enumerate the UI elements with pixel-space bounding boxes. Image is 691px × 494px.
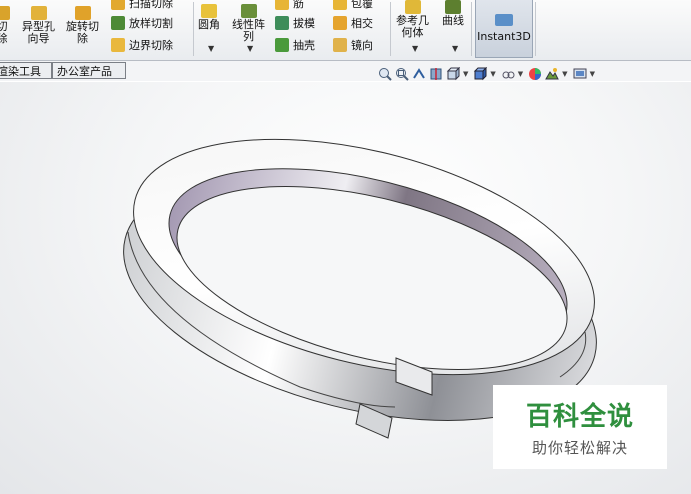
cut-button[interactable]: 切 除 — [0, 6, 10, 45]
rib-icon — [275, 0, 289, 10]
draft-icon — [275, 16, 289, 30]
swept-cut-label: 扫描切除 — [129, 0, 173, 10]
fillet-label: 圆角 — [198, 18, 220, 31]
rib-button[interactable]: 筋 — [275, 0, 304, 12]
zoom-area-icon[interactable] — [395, 67, 409, 81]
wrap-label: 包覆 — [351, 0, 373, 10]
lofted-cut-label: 放样切割 — [129, 17, 173, 30]
revolved-cut-button[interactable]: 旋转切 除 — [66, 6, 99, 45]
hole-wizard-icon — [30, 6, 47, 20]
intersect-button[interactable]: 相交 — [333, 14, 373, 32]
shell-button[interactable]: 抽壳 — [275, 36, 315, 54]
rib-label: 筋 — [293, 0, 304, 10]
shell-icon — [275, 38, 289, 52]
hide-show-icon[interactable] — [501, 67, 515, 81]
display-style-dropdown-icon[interactable]: ▼ — [490, 70, 495, 78]
instant3d-icon — [495, 14, 513, 26]
fillet-dropdown-icon[interactable]: ▼ — [208, 44, 214, 53]
tab-office-products-label: 办公室产品 — [57, 65, 112, 78]
hide-show-dropdown-icon[interactable]: ▼ — [518, 70, 523, 78]
reference-geometry-label: 参考几 何体 — [396, 14, 429, 39]
edit-appearance-icon[interactable] — [528, 67, 542, 81]
fillet-icon — [201, 4, 217, 18]
boundary-cut-label: 边界切除 — [129, 39, 173, 52]
command-manager-ribbon: 切 除 异型孔 向导 旋转切 除 扫描切除 放样切割 边界切除 圆角 ▼ 线性阵… — [0, 0, 691, 61]
draft-button[interactable]: 拔模 — [275, 14, 315, 32]
lofted-cut-button[interactable]: 放样切割 — [111, 14, 173, 32]
ribbon-separator — [535, 2, 536, 56]
tab-office-products[interactable]: 办公室产品 — [52, 62, 126, 79]
wrap-icon — [333, 0, 347, 10]
watermark-title: 百科全说 — [525, 402, 634, 432]
watermark-badge: 百科全说 助你轻松解决 — [493, 385, 667, 469]
watermark-subtitle: 助你轻松解决 — [531, 439, 628, 457]
view-orientation-icon[interactable] — [446, 66, 461, 81]
reference-geometry-dropdown-icon[interactable]: ▼ — [412, 44, 418, 53]
shell-label: 抽壳 — [293, 39, 315, 52]
lofted-cut-icon — [111, 16, 125, 30]
fillet-button[interactable]: 圆角 — [198, 4, 220, 31]
apply-scene-dropdown-icon[interactable]: ▼ — [562, 70, 567, 78]
wrap-button[interactable]: 包覆 — [333, 0, 373, 12]
curves-dropdown-icon[interactable]: ▼ — [452, 44, 458, 53]
linear-pattern-dropdown-icon[interactable]: ▼ — [247, 44, 253, 53]
heads-up-view-toolbar: ▼ ▼ ▼ ▼ ▼ — [378, 65, 597, 83]
tab-render-tools[interactable]: 渲染工具 — [0, 62, 52, 79]
section-view-icon[interactable] — [429, 67, 443, 81]
linear-pattern-label: 线性阵 列 — [232, 18, 265, 43]
linear-pattern-button[interactable]: 线性阵 列 — [232, 4, 265, 43]
ribbon-separator — [390, 2, 391, 56]
curves-label: 曲线 — [442, 14, 464, 27]
reference-geometry-button[interactable]: 参考几 何体 — [396, 0, 429, 39]
tab-render-tools-label: 渲染工具 — [0, 65, 41, 78]
instant3d-button[interactable]: Instant3D — [475, 0, 533, 58]
swept-cut-button[interactable]: 扫描切除 — [111, 0, 173, 12]
view-orientation-dropdown-icon[interactable]: ▼ — [463, 70, 468, 78]
display-style-icon[interactable] — [473, 66, 488, 81]
mirror-icon — [333, 38, 347, 52]
ribbon-separator — [471, 2, 472, 56]
intersect-label: 相交 — [351, 17, 373, 30]
boundary-cut-icon — [111, 38, 125, 52]
mirror-button[interactable]: 镜向 — [333, 36, 373, 54]
swept-cut-icon — [111, 0, 125, 10]
draft-label: 拔模 — [293, 17, 315, 30]
curves-button[interactable]: 曲线 — [442, 0, 464, 27]
curves-icon — [445, 0, 461, 14]
revolved-cut-icon — [74, 6, 91, 20]
intersect-icon — [333, 16, 347, 30]
hole-wizard-button[interactable]: 异型孔 向导 — [22, 6, 55, 45]
linear-pattern-icon — [240, 4, 257, 18]
revolved-cut-label: 旋转切 除 — [66, 20, 99, 45]
cut-icon — [0, 6, 10, 20]
reference-geometry-icon — [404, 0, 421, 14]
view-settings-icon[interactable] — [573, 67, 587, 81]
previous-view-icon[interactable] — [412, 67, 426, 81]
instant3d-label: Instant3D — [477, 30, 531, 43]
view-settings-dropdown-icon[interactable]: ▼ — [590, 70, 595, 78]
hole-wizard-label: 异型孔 向导 — [22, 20, 55, 45]
apply-scene-icon[interactable] — [545, 67, 559, 81]
boundary-cut-button[interactable]: 边界切除 — [111, 36, 173, 54]
zoom-to-fit-icon[interactable] — [378, 67, 392, 81]
mirror-label: 镜向 — [351, 39, 373, 52]
ribbon-separator — [193, 2, 194, 56]
cut-label: 切 除 — [0, 20, 8, 45]
